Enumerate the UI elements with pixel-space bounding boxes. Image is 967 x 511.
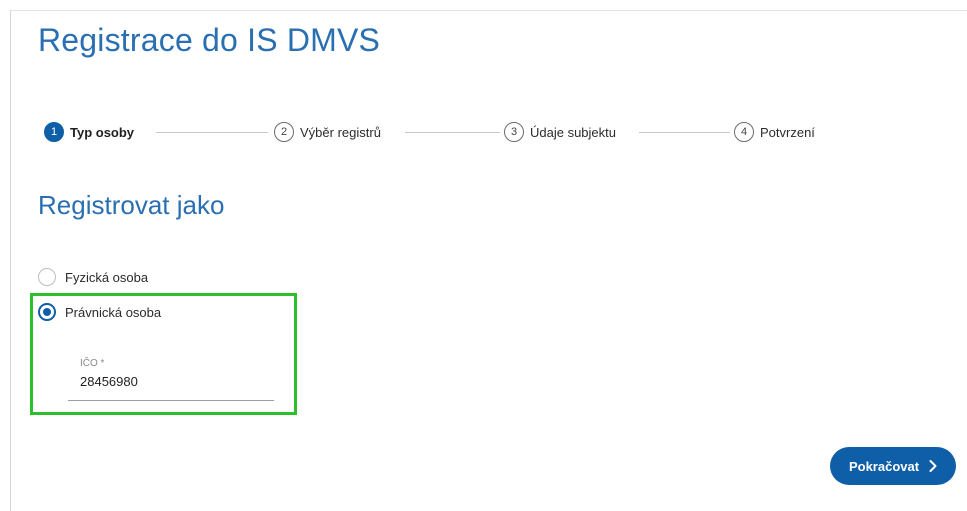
- step-number-3: 3: [504, 122, 524, 142]
- step-typ-osoby[interactable]: 1 Typ osoby: [44, 120, 134, 144]
- step-label-typ-osoby: Typ osoby: [70, 124, 135, 140]
- ico-input[interactable]: [80, 374, 260, 389]
- section-title: Registrovat jako: [38, 190, 225, 220]
- step-connector: [405, 132, 500, 133]
- radio-label-pravnicka-osoba: Právnická osoba: [65, 304, 162, 320]
- step-number-1: 1: [44, 122, 64, 142]
- step-label-potvrzeni: Potvrzení: [760, 124, 815, 140]
- chevron-right-icon: [929, 460, 937, 472]
- step-connector: [156, 132, 268, 133]
- step-udaje-subjektu[interactable]: 3 Údaje subjektu: [504, 120, 616, 144]
- radio-checked-icon[interactable]: [38, 303, 56, 321]
- continue-button[interactable]: Pokračovat: [830, 447, 956, 485]
- ico-field[interactable]: IČO *: [68, 352, 274, 402]
- step-connector: [639, 132, 730, 133]
- continue-button-label: Pokračovat: [848, 458, 920, 474]
- page-title: Registrace do IS DMVS: [38, 22, 381, 58]
- step-label-vyber-registru: Výběr registrů: [300, 124, 381, 140]
- radio-unchecked-icon[interactable]: [38, 268, 56, 286]
- ico-underline: [68, 400, 274, 401]
- radio-label-fyzicka-osoba: Fyzická osoba: [65, 269, 149, 285]
- registration-stepper: 1 Typ osoby 2 Výběr registrů 3 Údaje sub…: [44, 120, 844, 144]
- radio-pravnicka-osoba[interactable]: Právnická osoba: [38, 303, 161, 321]
- step-number-2: 2: [274, 122, 294, 142]
- ico-label: IČO *: [80, 358, 105, 369]
- radio-fyzicka-osoba[interactable]: Fyzická osoba: [38, 268, 148, 286]
- step-vyber-registru[interactable]: 2 Výběr registrů: [274, 120, 381, 144]
- registration-card: [10, 10, 967, 511]
- step-potvrzeni[interactable]: 4 Potvrzení: [734, 120, 815, 144]
- step-number-4: 4: [734, 122, 754, 142]
- step-label-udaje-subjektu: Údaje subjektu: [530, 124, 616, 140]
